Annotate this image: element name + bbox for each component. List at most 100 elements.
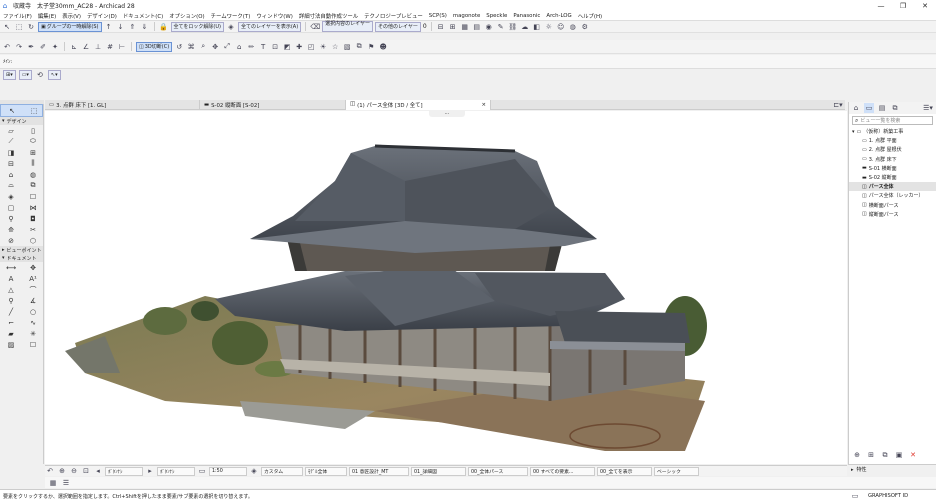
3d-viewport[interactable]: ⋯ <box>45 111 847 464</box>
skylight-tool-icon[interactable]: ⌓ <box>0 180 22 191</box>
menu-document[interactable]: ドキュメント(C) <box>120 12 166 20</box>
section-viewpoint[interactable]: ▸ ビューポイント <box>0 246 43 254</box>
camera-icon[interactable]: ◰ <box>306 42 316 52</box>
graphic-override-selector[interactable]: 00_全体パース <box>468 466 528 476</box>
other-layer-button[interactable]: その他のレイヤー <box>375 21 421 32</box>
angle-tool-icon[interactable]: ∡ <box>22 295 44 306</box>
spline-tool-icon[interactable]: ∿ <box>22 317 44 328</box>
cube-icon[interactable]: ◧ <box>532 22 542 32</box>
view-search-field[interactable]: ⌕ ビュー一覧を検索 <box>852 116 933 125</box>
text-icon[interactable]: T <box>258 42 268 52</box>
3d-section-button[interactable]: ◫ 3D切断(C) <box>136 41 173 52</box>
layer-up-icon[interactable]: ⇑ <box>128 22 138 32</box>
terrain-tool-icon[interactable]: ⟰ <box>0 224 22 235</box>
guide-icon[interactable]: ⊥ <box>93 42 103 52</box>
profile-tool-icon[interactable]: ⬡ <box>22 235 44 246</box>
hotspot-tool-icon[interactable]: ✳ <box>22 328 44 339</box>
door-tool-icon[interactable]: ◨ <box>0 147 22 158</box>
renovation-filter-selector[interactable]: 00 すべての要素... <box>530 466 595 476</box>
grid-snap-icon[interactable]: # <box>105 42 115 52</box>
copy-icon[interactable]: ⧉ <box>354 42 364 52</box>
element-selector[interactable]: ⊞▾ <box>3 70 16 80</box>
angle-icon[interactable]: ∠ <box>81 42 91 52</box>
menu-tech-preview[interactable]: テクノロジープレビュー <box>361 12 426 20</box>
menu-archlog[interactable]: Arch-LOG <box>543 13 574 19</box>
pen-set-selector[interactable]: 01_詳細図 <box>411 466 466 476</box>
tree-item-plan1[interactable]: ▭ 1. 点群 平面 <box>849 136 936 145</box>
maximize-button[interactable]: ❐ <box>892 0 914 11</box>
star-icon[interactable]: ☆ <box>330 42 340 52</box>
graphisoft-id[interactable]: GRAPHISOFT ID <box>868 493 908 499</box>
arrow-down-icon[interactable]: ↓ <box>116 22 126 32</box>
lock-all-button[interactable]: 全てをロック解除(U) <box>170 21 224 32</box>
level-tool-icon[interactable]: ✥ <box>22 262 44 273</box>
layer-down-icon[interactable]: ⇓ <box>140 22 150 32</box>
user-icon[interactable]: ☻ <box>378 42 388 52</box>
curtain-wall-icon[interactable]: ⧉ <box>22 180 44 191</box>
menu-help[interactable]: ヘルプ(H) <box>575 12 605 20</box>
tree-item-section1[interactable]: ▬ S-01 横断面 <box>849 164 936 173</box>
menu-edit[interactable]: 編集(E) <box>35 12 59 20</box>
beam-tool-icon[interactable]: ⟋ <box>0 136 22 147</box>
distribute-icon[interactable]: ⊞ <box>448 22 458 32</box>
custom-selector[interactable]: カスタム <box>261 466 303 476</box>
align-icon[interactable]: ⊟ <box>436 22 446 32</box>
shell-tool-icon[interactable]: ◍ <box>22 169 44 180</box>
object-tool-icon[interactable]: ☐ <box>22 191 44 202</box>
next-view-icon[interactable]: ▸ <box>145 466 155 476</box>
project-map-icon[interactable]: ⌂ <box>851 103 861 113</box>
marker-tool-icon[interactable]: ⚲ <box>0 295 22 306</box>
tab-3d-view[interactable]: ◫ (1) パース全体 [3D / 全て] × <box>346 99 491 110</box>
undo-icon[interactable]: ↶ <box>2 42 12 52</box>
new-folder-icon[interactable]: ⊞ <box>866 450 876 460</box>
zoom-icon[interactable]: ⌕ <box>198 42 208 52</box>
menu-magonote[interactable]: magonote <box>450 13 483 19</box>
fill-icon[interactable]: ◩ <box>282 42 292 52</box>
scale-selector[interactable]: 1:50 <box>209 466 247 476</box>
new-view-icon[interactable]: ⊕ <box>852 450 862 460</box>
layer-icon[interactable]: ◈ <box>226 22 236 32</box>
walk-icon[interactable]: ⌘ <box>186 42 196 52</box>
cutting-tool-icon[interactable]: ✂ <box>22 224 44 235</box>
rotate-element-icon[interactable]: ⟲ <box>35 70 45 80</box>
marquee-icon[interactable]: ⬚ <box>14 22 24 32</box>
model-view-selector[interactable]: ﾓﾃﾞﾙ全体 <box>305 466 347 476</box>
list-view-icon[interactable]: ☰ <box>61 478 71 488</box>
publisher-icon[interactable]: ⧉ <box>890 103 900 113</box>
arrow-tool-icon[interactable]: ↖ <box>1 105 23 116</box>
tree-item-plan3[interactable]: ▭ 3. 点群 床下 <box>849 155 936 164</box>
globe-icon[interactable]: ◍ <box>568 22 578 32</box>
tab-list-icon[interactable]: ⊏▾ <box>833 100 843 110</box>
layer-combination-selector[interactable]: 01 意匠設計_MT <box>349 466 409 476</box>
undo-view-icon[interactable]: ↶ <box>45 466 55 476</box>
tree-item-section2[interactable]: ▬ S-02 縦断面 <box>849 173 936 182</box>
dimension-tool-icon[interactable]: ⟷ <box>0 262 22 273</box>
wall-tool-icon[interactable]: ▱ <box>0 125 22 136</box>
menu-scp[interactable]: SCP(S) <box>426 13 450 19</box>
layout-book-icon[interactable]: ▤ <box>877 103 887 113</box>
view-map-icon[interactable]: ▭ <box>864 103 874 113</box>
tree-item-long-perspective[interactable]: ◫ 縦断面パース <box>849 210 936 219</box>
mesh-tool-icon[interactable]: ⋈ <box>22 202 44 213</box>
snap-icon[interactable]: ⊾ <box>69 42 79 52</box>
dimension-icon[interactable]: ⊢ <box>117 42 127 52</box>
hotspot-icon[interactable]: ✚ <box>294 42 304 52</box>
brush-icon[interactable]: ✎ <box>496 22 506 32</box>
hatch-tool-icon[interactable]: ⊘ <box>0 235 22 246</box>
menu-speckle[interactable]: Speckle <box>483 13 510 19</box>
chain-icon[interactable]: ⛓ <box>508 22 518 32</box>
stair-tool-icon[interactable]: ⊟ <box>0 158 22 169</box>
grid-icon[interactable]: ▤ <box>472 22 482 32</box>
table-icon[interactable]: ▦ <box>460 22 470 32</box>
tree-item-cross-perspective[interactable]: ◫ 横断面パース <box>849 201 936 210</box>
undo-zoom-button[interactable]: ﾎﾞﾀﾝﾅｼ <box>105 466 143 476</box>
column-tool-icon[interactable]: ▯ <box>22 125 44 136</box>
delete-icon[interactable]: ✕ <box>908 450 918 460</box>
menu-design[interactable]: デザイン(D) <box>84 12 120 20</box>
radial-tool-icon[interactable]: ⌒ <box>22 284 44 295</box>
eraser-icon[interactable]: ⌫ <box>310 22 320 32</box>
elevation-tool-icon[interactable]: △ <box>0 284 22 295</box>
sun-icon[interactable]: ☼ <box>544 22 554 32</box>
grid-view-icon[interactable]: ▦ <box>48 478 58 488</box>
menu-panasonic[interactable]: Panasonic <box>510 13 543 19</box>
